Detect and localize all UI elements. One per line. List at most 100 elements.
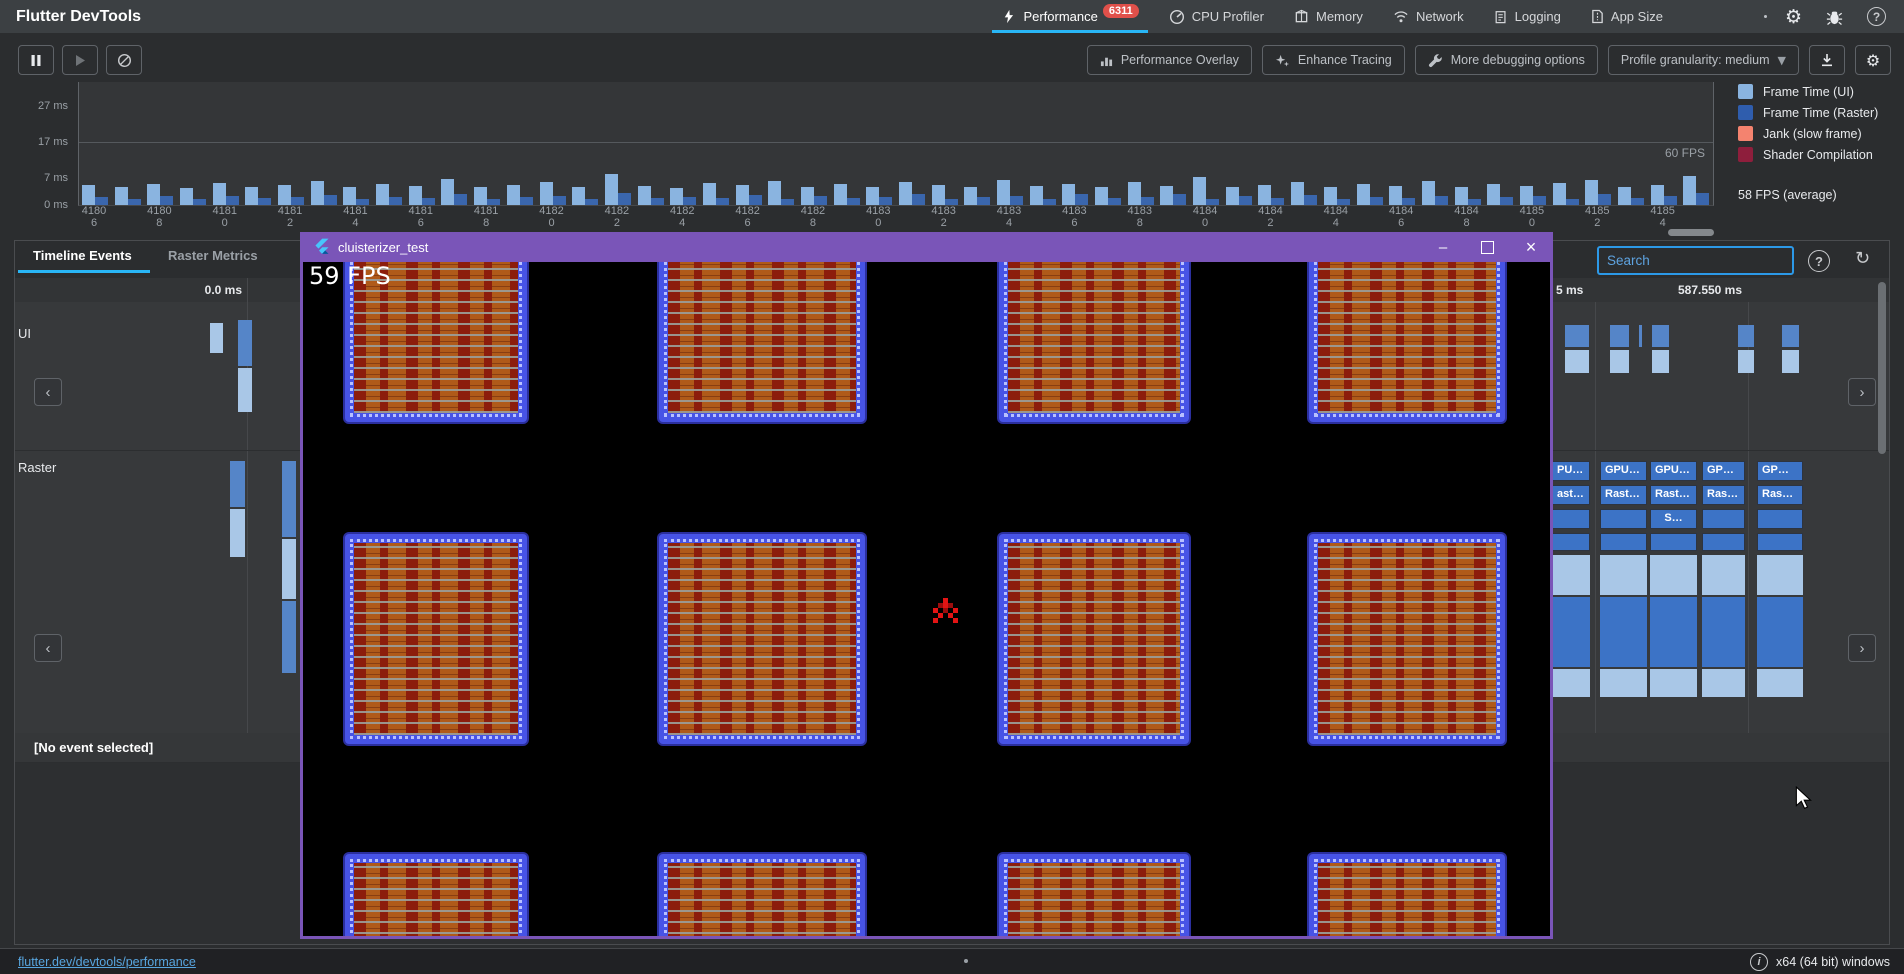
flame-event-gpu[interactable]: GPU… <box>1650 461 1697 481</box>
fps-bar-ui[interactable] <box>997 180 1010 205</box>
raster-track-scroll-left-button[interactable]: ‹ <box>34 634 62 662</box>
flame-event-raster[interactable]: Rast… <box>1650 485 1697 505</box>
ui-track-scroll-left-button[interactable]: ‹ <box>34 378 62 406</box>
tab-app-size[interactable]: App Size <box>1576 0 1678 33</box>
settings-icon[interactable]: ⚙ <box>1785 6 1802 28</box>
help-icon[interactable]: ? <box>1867 7 1886 26</box>
tab-timeline-events[interactable]: Timeline Events <box>33 248 132 263</box>
fps-bar-ui[interactable] <box>1030 186 1043 205</box>
fps-bar-raster[interactable] <box>1075 194 1088 205</box>
flame-event[interactable] <box>1552 555 1590 595</box>
ui-track-scroll-right-button[interactable]: › <box>1848 378 1876 406</box>
fps-bar-ui[interactable] <box>1160 186 1173 205</box>
timeline-vertical-scrollbar[interactable] <box>1878 282 1886 454</box>
flame-event[interactable] <box>1702 597 1745 667</box>
fps-bar-raster[interactable] <box>618 193 631 205</box>
fps-bar-ui[interactable] <box>1226 187 1239 205</box>
flame-event[interactable] <box>1702 555 1745 595</box>
flame-event[interactable] <box>1757 533 1803 551</box>
bug-report-icon[interactable] <box>1826 8 1843 26</box>
fps-chart[interactable]: 60 FPS <box>78 82 1714 206</box>
fps-bar-ui[interactable] <box>899 182 912 205</box>
fps-bar-raster[interactable] <box>95 197 108 205</box>
flame-event-shader[interactable]: S… <box>1650 509 1697 529</box>
flame-events-raster-right[interactable]: PU…ast…GPU…Rast…GPU…Rast…S…GP…Ras…GP…Ras… <box>1552 455 1904 715</box>
more-debugging-options-button[interactable]: More debugging options <box>1415 45 1598 75</box>
flame-event-raster[interactable]: Ras… <box>1757 485 1803 505</box>
fps-bar-ui[interactable] <box>180 188 193 205</box>
fps-bar-ui[interactable] <box>1520 186 1533 205</box>
fps-bar-ui[interactable] <box>1553 183 1566 205</box>
fps-bar-raster[interactable] <box>814 196 827 205</box>
fps-bar-ui[interactable] <box>1128 182 1141 205</box>
fps-bar-ui[interactable] <box>82 185 95 205</box>
fps-bar-ui[interactable] <box>409 186 422 205</box>
resume-button[interactable] <box>62 45 98 75</box>
flame-event[interactable] <box>1600 669 1647 697</box>
flame-event-shader[interactable] <box>1702 509 1745 529</box>
fps-bar-ui[interactable] <box>1389 186 1402 205</box>
flame-event[interactable] <box>1552 669 1590 697</box>
fps-bar-raster[interactable] <box>716 198 729 205</box>
flame-event[interactable] <box>1702 669 1745 697</box>
refresh-icon[interactable]: ↻ <box>1855 248 1870 269</box>
pause-button[interactable] <box>18 45 54 75</box>
fps-bar-ui[interactable] <box>278 185 291 205</box>
fps-bar-raster[interactable] <box>520 197 533 205</box>
fps-bar-ui[interactable] <box>1062 184 1075 205</box>
fps-bar-raster[interactable] <box>1010 196 1023 205</box>
fps-bar-raster[interactable] <box>651 198 664 205</box>
flame-event[interactable] <box>1702 533 1745 551</box>
fps-bar-ui[interactable] <box>343 187 356 205</box>
flame-event-raster[interactable]: Rast… <box>1600 485 1647 505</box>
maximize-button[interactable] <box>1465 232 1509 262</box>
fps-bar-raster[interactable] <box>1533 196 1546 205</box>
flame-event[interactable] <box>1757 597 1803 667</box>
fps-bar-raster[interactable] <box>1370 197 1383 205</box>
fps-bar-raster[interactable] <box>454 194 467 205</box>
flame-event-raster[interactable]: ast… <box>1552 485 1590 505</box>
flame-event[interactable] <box>1552 597 1590 667</box>
fps-bar-raster[interactable] <box>422 198 435 205</box>
fps-bar-ui[interactable] <box>736 185 749 205</box>
flame-event-shader[interactable] <box>1600 509 1647 529</box>
fps-bar-raster[interactable] <box>1239 196 1252 205</box>
clear-button[interactable] <box>106 45 142 75</box>
fps-bar-ui[interactable] <box>703 183 716 205</box>
fps-bar-ui[interactable] <box>1357 184 1370 205</box>
fps-bar-raster[interactable] <box>1173 194 1186 205</box>
fps-bar-raster[interactable] <box>1271 198 1284 205</box>
fps-bar-ui[interactable] <box>1487 184 1500 205</box>
fps-bar-raster[interactable] <box>1141 197 1154 205</box>
flame-event-gpu[interactable]: GPU… <box>1600 461 1647 481</box>
flame-event[interactable] <box>1650 669 1697 697</box>
flame-event[interactable] <box>1757 555 1803 595</box>
fps-bar-ui[interactable] <box>441 179 454 205</box>
fps-bar-ui[interactable] <box>1651 185 1664 205</box>
fps-bar-ui[interactable] <box>213 183 226 205</box>
fps-bar-ui[interactable] <box>1618 187 1631 205</box>
search-input[interactable] <box>1597 246 1794 275</box>
fps-bar-raster[interactable] <box>749 195 762 205</box>
flame-event[interactable] <box>1600 555 1647 595</box>
fps-bar-ui[interactable] <box>768 181 781 205</box>
flame-event[interactable] <box>1600 597 1647 667</box>
flame-event-shader[interactable] <box>1757 509 1803 529</box>
game-window-titlebar[interactable]: cluisterizer_test – × <box>300 232 1553 262</box>
fps-bar-ui[interactable] <box>1193 177 1206 205</box>
minimize-button[interactable]: – <box>1421 232 1465 262</box>
fps-bar-raster[interactable] <box>977 197 990 205</box>
fps-bar-ui[interactable] <box>801 187 814 205</box>
fps-bar-raster[interactable] <box>1598 194 1611 205</box>
fps-bar-ui[interactable] <box>932 185 945 205</box>
fps-bar-raster[interactable] <box>1108 198 1121 205</box>
tab-raster-metrics[interactable]: Raster Metrics <box>168 248 258 263</box>
fps-bar-ui[interactable] <box>1585 180 1598 205</box>
tab-performance[interactable]: Performance 6311 <box>986 0 1153 33</box>
fps-bar-ui[interactable] <box>540 182 553 205</box>
fps-bar-ui[interactable] <box>507 185 520 205</box>
search-help-icon[interactable]: ? <box>1808 250 1830 272</box>
flame-event[interactable] <box>1757 669 1803 697</box>
flame-event-gpu[interactable]: PU… <box>1552 461 1590 481</box>
fps-bar-raster[interactable] <box>1435 196 1448 205</box>
